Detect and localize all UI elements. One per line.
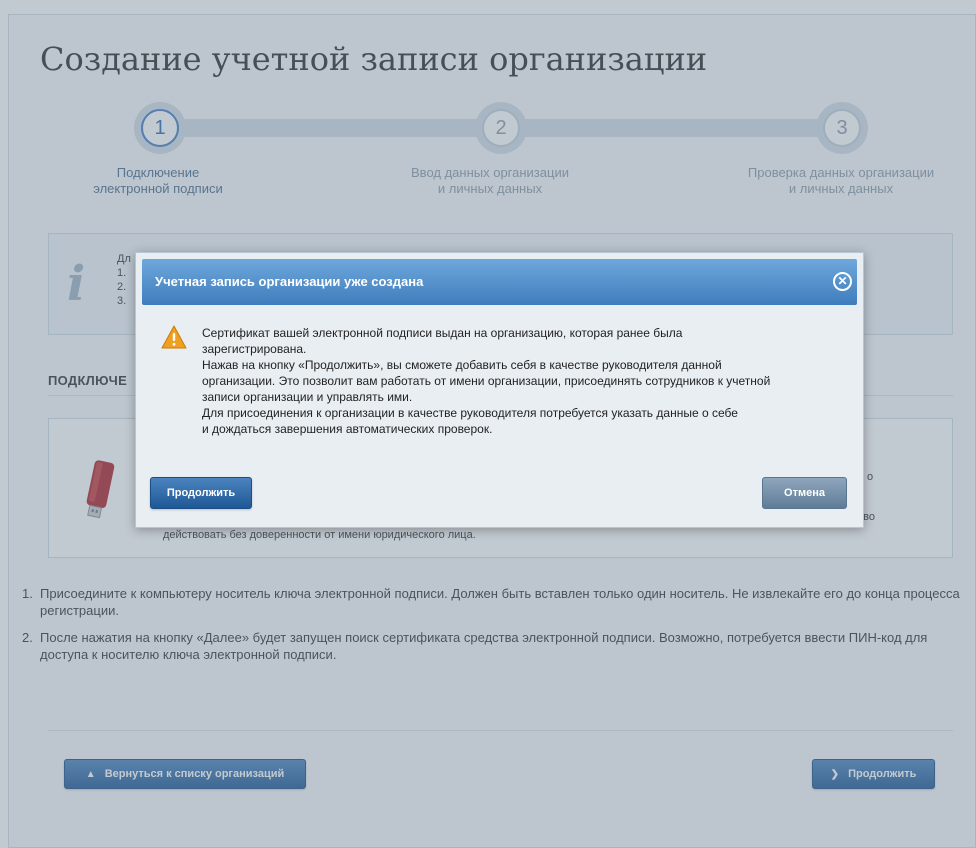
close-icon[interactable]: ✕ xyxy=(833,272,852,291)
dialog-title: Учетная запись организации уже создана xyxy=(155,274,424,289)
dialog-continue-button[interactable]: Продолжить xyxy=(150,477,252,509)
dialog-cancel-button[interactable]: Отмена xyxy=(762,477,847,509)
dialog-header: Учетная запись организации уже создана ✕ xyxy=(142,259,857,305)
warning-icon xyxy=(161,325,187,354)
organization-exists-dialog: Учетная запись организации уже создана ✕… xyxy=(135,252,864,528)
dialog-message: Сертификат вашей электронной подписи выд… xyxy=(202,326,771,436)
